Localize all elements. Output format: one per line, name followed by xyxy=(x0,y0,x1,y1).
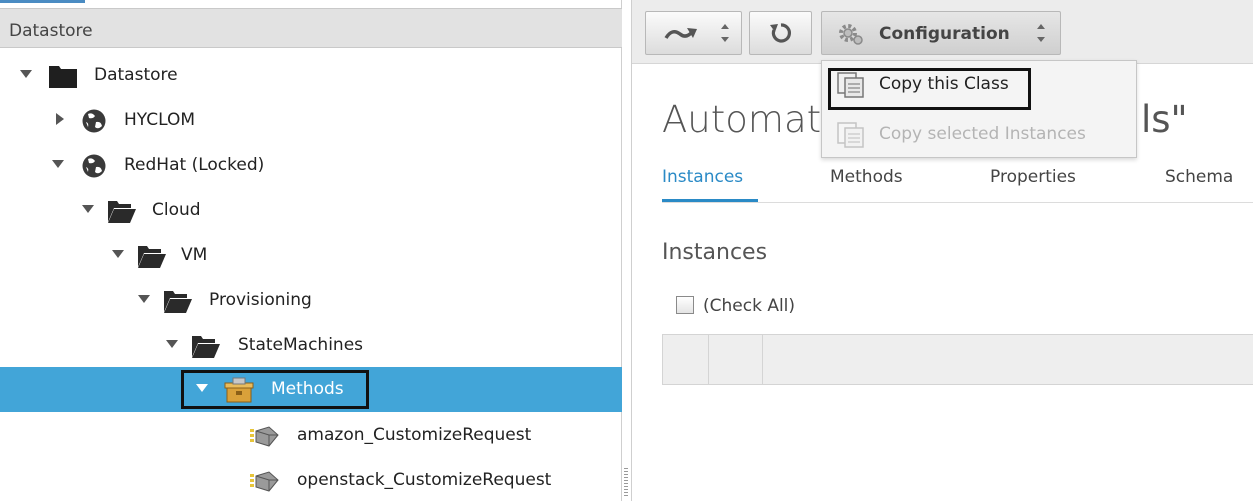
expand-arrow-icon[interactable] xyxy=(166,340,178,348)
instance-icon xyxy=(250,426,279,447)
toolbar: Configuration xyxy=(632,0,1253,64)
annotation-highlight-box xyxy=(181,370,369,409)
tree-node-hyclom[interactable]: HYCLOM xyxy=(0,98,622,143)
tree-node-redhat[interactable]: RedHat (Locked) xyxy=(0,143,622,188)
expand-arrow-icon[interactable] xyxy=(52,160,64,168)
collapse-arrow-icon[interactable] xyxy=(56,113,64,125)
tab-schema[interactable]: Schema xyxy=(1165,167,1233,187)
panel-header-title: Datastore xyxy=(9,21,93,41)
configuration-button[interactable]: Configuration xyxy=(821,11,1061,55)
tree-node-label: RedHat (Locked) xyxy=(124,155,265,175)
expand-arrow-icon[interactable] xyxy=(112,250,124,258)
top-accent-bar xyxy=(0,0,85,3)
expand-arrow-icon[interactable] xyxy=(82,205,94,213)
section-title: Instances xyxy=(662,240,768,265)
refresh-icon xyxy=(770,23,791,43)
tab-instances[interactable]: Instances xyxy=(662,167,743,187)
page-title-end: ls" xyxy=(1141,98,1188,141)
tree-node-label: VM xyxy=(181,245,208,265)
menu-item-label: Copy selected Instances xyxy=(879,124,1086,144)
tree-node-label: amazon_CustomizeRequest xyxy=(297,425,532,445)
tree-node-datastore[interactable]: Datastore xyxy=(0,53,622,98)
copy-icon xyxy=(837,122,864,148)
open-folder-icon xyxy=(192,336,220,358)
open-folder-icon xyxy=(138,246,166,268)
open-folder-icon xyxy=(164,291,192,313)
tree-node-provisioning[interactable]: Provisioning xyxy=(0,278,622,323)
page-title: Automat xyxy=(662,98,822,141)
tree-node-methods[interactable]: Methods xyxy=(0,367,622,412)
folder-icon xyxy=(49,66,77,88)
datastore-panel: Datastore Datastore HYCLOM RedHat (Locke… xyxy=(0,0,622,501)
tree-node-label: Cloud xyxy=(152,200,201,220)
updown-chevron-icon xyxy=(1037,24,1045,42)
tree-node-label: Provisioning xyxy=(209,290,312,310)
configuration-label: Configuration xyxy=(879,24,1010,44)
instance-icon xyxy=(250,471,279,492)
globe-icon xyxy=(82,154,106,178)
updown-chevron-icon xyxy=(721,24,729,42)
annotation-highlight-box xyxy=(828,68,1031,110)
table-header-cell[interactable] xyxy=(709,335,763,384)
expand-arrow-icon[interactable] xyxy=(138,295,150,303)
gear-icon xyxy=(839,24,863,45)
table-header-cell[interactable] xyxy=(663,335,709,384)
active-tab-indicator xyxy=(662,199,758,202)
menu-item-copy-selected-instances: Copy selected Instances xyxy=(822,111,1136,157)
main-content-panel: Configuration Automat ls" Instances Meth… xyxy=(631,0,1253,501)
menu-item-copy-this-class[interactable]: Copy this Class xyxy=(822,61,1136,110)
tab-properties[interactable]: Properties xyxy=(990,167,1076,187)
tab-methods[interactable]: Methods xyxy=(830,167,903,187)
datastore-panel-header: Datastore xyxy=(0,8,622,48)
tree-node-label: HYCLOM xyxy=(124,110,196,130)
refresh-button[interactable] xyxy=(749,11,812,55)
check-all-checkbox[interactable] xyxy=(676,296,694,314)
history-arrow-icon xyxy=(664,28,697,39)
tree-node-openstack-customizerequest[interactable]: openstack_CustomizeRequest xyxy=(0,458,622,501)
tree-node-label: openstack_CustomizeRequest xyxy=(297,470,552,490)
history-button[interactable] xyxy=(645,11,742,55)
tree-node-label: StateMachines xyxy=(238,335,364,355)
tree-node-cloud[interactable]: Cloud xyxy=(0,188,622,233)
tree-node-vm[interactable]: VM xyxy=(0,233,622,278)
tab-bar: Instances Methods Properties Schema xyxy=(662,163,1253,203)
open-folder-icon xyxy=(108,201,136,223)
tree-node-label: Datastore xyxy=(94,65,178,85)
configuration-dropdown-menu: Copy this Class Copy selected Instances xyxy=(821,60,1137,158)
check-all-label: (Check All) xyxy=(703,296,796,316)
globe-icon xyxy=(82,109,106,133)
expand-arrow-icon[interactable] xyxy=(20,70,32,78)
tree-node-statemachines[interactable]: StateMachines xyxy=(0,323,622,368)
panel-resize-handle[interactable] xyxy=(624,468,628,498)
instances-table-header xyxy=(662,334,1253,385)
tree-node-amazon-customizerequest[interactable]: amazon_CustomizeRequest xyxy=(0,413,622,458)
